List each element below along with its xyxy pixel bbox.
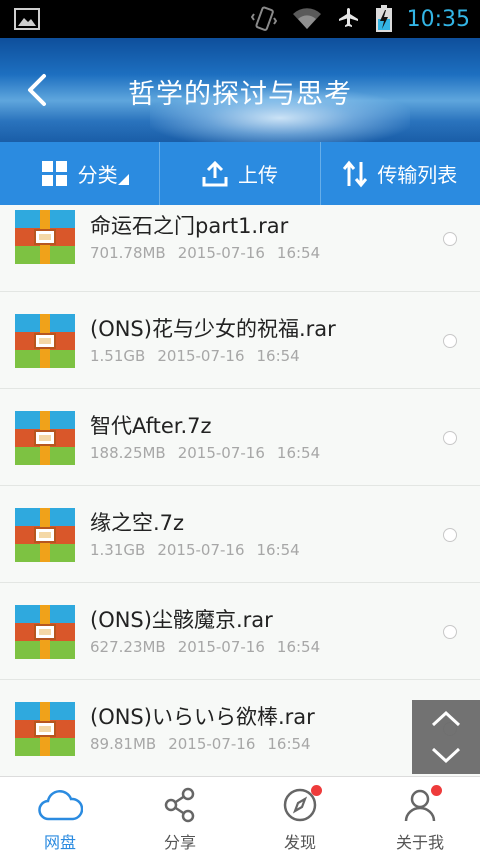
select-radio[interactable] (443, 431, 457, 445)
file-size: 188.25MB (90, 444, 166, 462)
nav-item-about-me[interactable]: 关于我 (360, 777, 480, 854)
scroll-up-chevron-icon[interactable] (430, 708, 462, 728)
archive-file-icon (15, 508, 75, 562)
file-time: 16:54 (267, 735, 311, 753)
vibrate-icon (250, 6, 277, 31)
transfer-arrows-icon (343, 160, 368, 187)
file-row[interactable]: (ONS)尘骸魔京.rar 627.23MB 2015-07-16 16:54 (0, 583, 480, 680)
file-list: 命运石之门part1.rar 701.78MB 2015-07-16 16:54 (… (0, 205, 480, 775)
header-bar: 哲学的探讨与思考 (0, 38, 480, 142)
select-radio[interactable] (443, 625, 457, 639)
share-icon (164, 787, 195, 823)
file-row[interactable]: (ONS)花与少女的祝福.rar 1.51GB 2015-07-16 16:54 (0, 292, 480, 389)
file-time: 16:54 (256, 347, 300, 365)
file-date: 2015-07-16 (177, 244, 265, 262)
nav-item-cloud-drive[interactable]: 网盘 (0, 777, 120, 854)
scroll-down-chevron-icon[interactable] (430, 746, 462, 766)
archive-file-icon (15, 702, 75, 756)
battery-charging-icon (375, 5, 392, 32)
grid-icon (41, 160, 67, 186)
file-size: 1.31GB (90, 541, 146, 559)
nav-item-discover[interactable]: 发现 (240, 777, 360, 854)
file-size: 701.78MB (90, 244, 166, 262)
file-meta: 1.31GB 2015-07-16 16:54 (90, 541, 300, 559)
nav-label: 发现 (283, 833, 316, 852)
category-label: 分类 (77, 163, 118, 187)
archive-file-icon (15, 314, 75, 368)
dropdown-triangle-icon (118, 174, 130, 185)
file-row[interactable]: 智代After.7z 188.25MB 2015-07-16 16:54 (0, 389, 480, 486)
file-meta: 188.25MB 2015-07-16 16:54 (90, 444, 320, 462)
scroll-controls (412, 700, 480, 774)
upload-label: 上传 (237, 163, 278, 187)
file-meta: 627.23MB 2015-07-16 16:54 (90, 638, 320, 656)
status-bar: 10:35 (0, 0, 480, 38)
bottom-nav: 网盘 分享 发现 关于我 (0, 776, 480, 854)
file-meta: 701.78MB 2015-07-16 16:54 (90, 244, 320, 262)
file-date: 2015-07-16 (157, 347, 245, 365)
file-date: 2015-07-16 (177, 638, 265, 656)
nav-item-share[interactable]: 分享 (120, 777, 240, 854)
upload-icon (202, 160, 228, 186)
file-name: (ONS)花与少女的祝福.rar (90, 317, 336, 341)
page-title: 哲学的探讨与思考 (128, 79, 352, 110)
file-date: 2015-07-16 (168, 735, 256, 753)
file-name: 智代After.7z (90, 414, 212, 438)
file-name: 命运石之门part1.rar (90, 214, 289, 238)
file-row[interactable]: 缘之空.7z 1.31GB 2015-07-16 16:54 (0, 486, 480, 583)
file-time: 16:54 (276, 444, 321, 462)
archive-file-icon (15, 411, 75, 465)
file-meta: 89.81MB 2015-07-16 16:54 (90, 735, 311, 753)
airplane-mode-icon (338, 8, 358, 27)
file-time: 16:54 (276, 244, 321, 262)
select-radio[interactable] (443, 528, 457, 542)
select-radio[interactable] (443, 232, 457, 246)
file-size: 89.81MB (90, 735, 157, 753)
upload-button[interactable]: 上传 (159, 142, 319, 205)
category-button[interactable]: 分类 (0, 142, 159, 205)
cloud-icon (38, 790, 83, 821)
transfer-list-label: 传输列表 (377, 163, 458, 187)
file-name: 缘之空.7z (90, 511, 185, 535)
transfer-list-button[interactable]: 传输列表 (319, 142, 480, 205)
file-size: 627.23MB (90, 638, 166, 656)
notification-badge (431, 785, 442, 796)
nav-label: 关于我 (395, 833, 444, 852)
archive-file-icon (15, 605, 75, 659)
action-toolbar: 分类 上传 传输列表 (0, 142, 480, 205)
file-time: 16:54 (276, 638, 321, 656)
file-name: (ONS)尘骸魔京.rar (90, 608, 273, 632)
notification-badge (311, 785, 322, 796)
wifi-icon (292, 8, 321, 30)
file-row[interactable]: 命运石之门part1.rar 701.78MB 2015-07-16 16:54 (0, 205, 480, 292)
archive-file-icon (15, 210, 75, 264)
nav-label: 分享 (163, 833, 196, 852)
file-row[interactable]: (ONS)いらいら欲棒.rar 89.81MB 2015-07-16 16:54 (0, 680, 480, 775)
file-name: (ONS)いらいら欲棒.rar (90, 705, 315, 729)
select-radio[interactable] (443, 334, 457, 348)
gallery-icon (14, 8, 40, 30)
nav-label: 网盘 (43, 833, 76, 852)
file-date: 2015-07-16 (177, 444, 265, 462)
file-size: 1.51GB (90, 347, 146, 365)
file-date: 2015-07-16 (157, 541, 245, 559)
file-time: 16:54 (256, 541, 300, 559)
file-meta: 1.51GB 2015-07-16 16:54 (90, 347, 300, 365)
clock: 10:35 (406, 6, 470, 32)
